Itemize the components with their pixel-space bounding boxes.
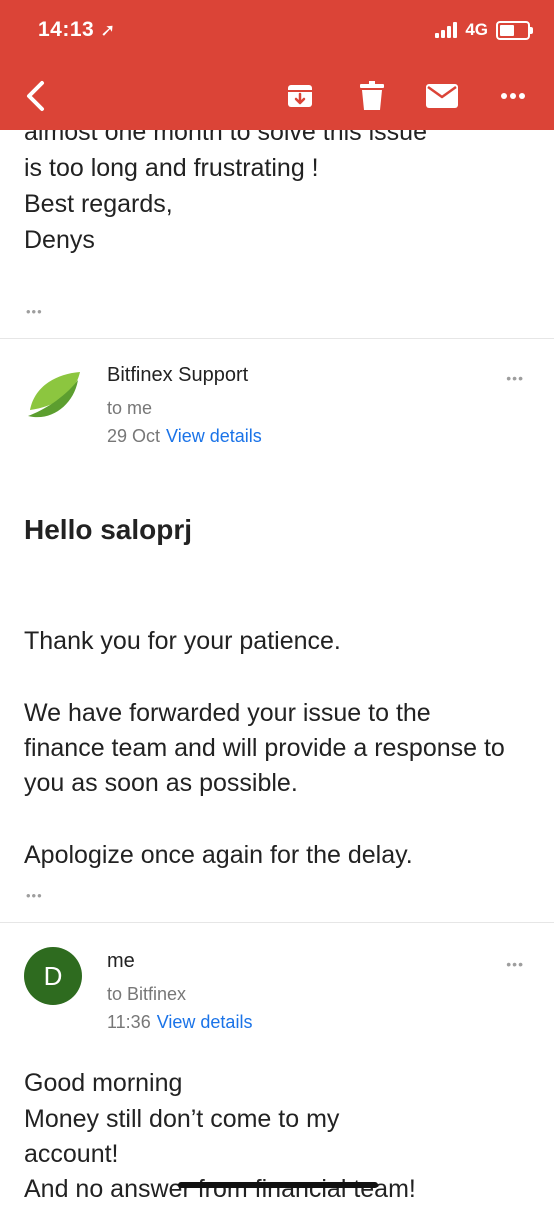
- email-greeting: Hello saloprj: [24, 514, 193, 545]
- email-line: Good morning: [24, 1069, 183, 1097]
- recipient-line: to Bitfinex: [107, 984, 187, 1004]
- email-paragraph: We have forwarded your issue to the fina…: [24, 699, 505, 797]
- previous-message-line: Denys: [24, 226, 95, 254]
- message-date-line: 29 Oct View details: [107, 426, 262, 447]
- bitfinex-logo-avatar: [24, 366, 84, 426]
- message-more-button[interactable]: •••: [506, 370, 524, 386]
- bitfinex-leaf-icon: [28, 372, 80, 418]
- view-details-link[interactable]: View details: [157, 1012, 253, 1032]
- view-details-link[interactable]: View details: [166, 426, 262, 446]
- battery-icon: [496, 20, 533, 40]
- recipient-line: to me: [107, 398, 153, 418]
- archive-button[interactable]: [283, 76, 317, 116]
- previous-message-line: Best regards,: [24, 190, 173, 218]
- app-header: 14:13 ➚ 4G: [0, 0, 554, 130]
- message-date: 29 Oct: [107, 426, 161, 446]
- email-paragraph: Apologize once again for the delay.: [24, 841, 413, 869]
- message-divider: [0, 338, 554, 339]
- more-icon: [501, 93, 525, 99]
- archive-icon: [288, 85, 312, 107]
- mail-icon: [426, 84, 458, 108]
- message-more-button[interactable]: •••: [506, 956, 524, 972]
- email-paragraph: Thank you for your patience.: [24, 627, 341, 655]
- status-indicators: 4G: [435, 20, 533, 40]
- sender-name[interactable]: Bitfinex Support: [107, 364, 248, 387]
- show-trimmed-content-button[interactable]: •••: [26, 304, 43, 319]
- trash-icon: [360, 81, 384, 110]
- chevron-left-icon: [27, 81, 44, 111]
- signal-icon: [435, 22, 458, 38]
- message-divider: [0, 922, 554, 923]
- more-options-button[interactable]: [496, 76, 530, 116]
- home-indicator[interactable]: [178, 1182, 378, 1188]
- sender-name[interactable]: me: [107, 950, 135, 973]
- location-arrow-icon: ➚: [100, 20, 116, 40]
- email-line: And no answer from financial team!: [24, 1175, 416, 1203]
- status-time: 14:13 ➚: [38, 18, 116, 42]
- previous-message-line: is too long and frustrating !: [24, 154, 319, 182]
- mark-unread-button[interactable]: [424, 76, 460, 116]
- message-date-line: 11:36 View details: [107, 1012, 252, 1033]
- avatar: D: [24, 947, 82, 1005]
- network-type: 4G: [465, 20, 488, 39]
- show-trimmed-content-button[interactable]: •••: [26, 888, 43, 903]
- email-line: account!: [24, 1140, 119, 1168]
- email-line: Money still don’t come to my: [24, 1105, 340, 1133]
- clock-text: 14:13: [38, 18, 95, 41]
- delete-button[interactable]: [355, 76, 389, 116]
- back-button[interactable]: [18, 76, 52, 116]
- message-time: 11:36: [107, 1012, 151, 1032]
